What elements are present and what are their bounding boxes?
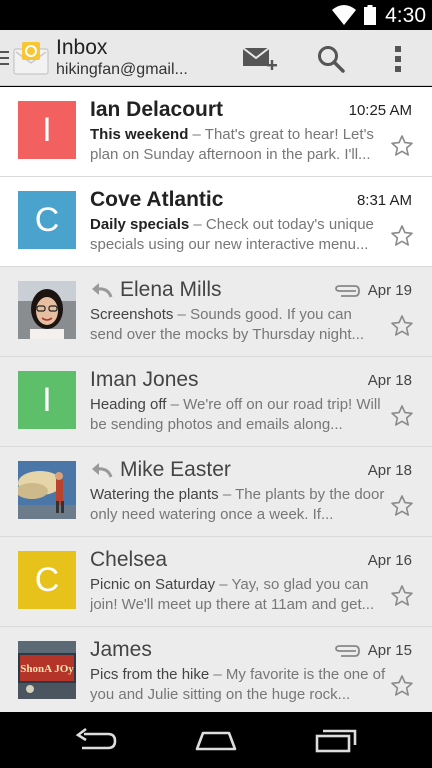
- email-preview: Watering the plants – The plants by the …: [90, 485, 388, 525]
- compose-mail-icon: [242, 47, 277, 70]
- attachment-icon: [335, 285, 360, 297]
- email-row[interactable]: I Iman Jones Apr 18 Heading off – We're off…: [0, 357, 432, 447]
- email-preview: This weekend – That's great to hear! Let…: [90, 125, 388, 165]
- email-subject: Heading off: [90, 396, 167, 413]
- email-row[interactable]: ShonA JOy James Apr 15 Pics from the hike –…: [0, 627, 432, 712]
- email-row[interactable]: Mike Easter Apr 18 Watering the plants – T…: [0, 447, 432, 537]
- email-time: 8:31 AM: [356, 192, 412, 209]
- avatar[interactable]: C: [18, 191, 76, 249]
- star-icon[interactable]: [390, 494, 414, 518]
- sender-name: Iman Jones: [90, 368, 199, 391]
- home-button[interactable]: [192, 724, 240, 756]
- recents-icon: [315, 729, 357, 753]
- email-preview: Picnic on Saturday – Yay, so glad you ca…: [90, 575, 388, 615]
- email-row[interactable]: Elena Mills Apr 19 Screenshots – Sounds go…: [0, 267, 432, 357]
- sender-name: Ian Delacourt: [90, 98, 224, 121]
- star-icon[interactable]: [390, 314, 414, 338]
- email-row[interactable]: C Cove Atlantic 8:31 AM Daily specials – Ch…: [0, 177, 432, 267]
- star-icon[interactable]: [390, 404, 414, 428]
- sender-name: Cove Atlantic: [90, 188, 224, 211]
- avatar[interactable]: I: [18, 371, 76, 429]
- subject-separator: –: [173, 306, 191, 323]
- page-title: Inbox: [56, 36, 108, 59]
- action-bar: Inbox hikingfan@gmail...: [0, 30, 432, 86]
- email-subject: Picnic on Saturday: [90, 576, 216, 593]
- sender-name: Chelsea: [90, 548, 168, 571]
- subject-separator: –: [209, 666, 226, 683]
- email-preview: Screenshots – Sounds good. If you can se…: [90, 305, 388, 345]
- star-icon[interactable]: [390, 134, 414, 158]
- back-icon: [75, 727, 117, 750]
- replied-icon: [92, 283, 113, 298]
- star-icon[interactable]: [390, 224, 414, 248]
- email-time: Apr 16: [367, 552, 412, 569]
- wifi-icon: [332, 5, 356, 25]
- conversation-list[interactable]: I Ian Delacourt 10:25 AM This weekend – Tha…: [0, 87, 432, 712]
- email-subject: Screenshots: [90, 306, 174, 323]
- account-email: hikingfan@gmail...: [56, 61, 188, 78]
- battery-icon: [364, 5, 376, 25]
- avatar[interactable]: I: [18, 101, 76, 159]
- svg-text:ShonA JOy: ShonA JOy: [20, 663, 74, 675]
- drawer-indicator-icon[interactable]: [0, 50, 10, 66]
- subject-separator: –: [218, 486, 236, 503]
- subject-separator: –: [215, 576, 232, 593]
- sender-name: James: [90, 638, 152, 661]
- subject-separator: –: [166, 396, 184, 413]
- attachment-icon: [335, 645, 360, 657]
- overflow-menu-icon: [395, 46, 401, 72]
- email-time: Apr 19: [367, 282, 412, 299]
- avatar-photo[interactable]: [18, 281, 76, 339]
- search-button[interactable]: [311, 40, 351, 78]
- email-time: 10:25 AM: [348, 102, 412, 119]
- status-bar: 4:30: [0, 0, 432, 30]
- avatar-photo[interactable]: [18, 461, 76, 519]
- search-icon: [318, 46, 345, 73]
- email-time: Apr 15: [367, 642, 412, 659]
- subject-separator: –: [188, 126, 205, 143]
- email-time: Apr 18: [367, 372, 412, 389]
- email-time: Apr 18: [367, 462, 412, 479]
- replied-icon: [92, 463, 113, 478]
- email-subject: Watering the plants: [90, 486, 219, 503]
- sender-name: Elena Mills: [120, 278, 222, 301]
- email-preview: Heading off – We're off on our road trip…: [90, 395, 388, 435]
- email-row[interactable]: C Chelsea Apr 16 Picnic on Saturday – Yay, …: [0, 537, 432, 627]
- email-row[interactable]: I Ian Delacourt 10:25 AM This weekend – Tha…: [0, 87, 432, 177]
- compose-button[interactable]: [240, 40, 280, 78]
- status-clock: 4:30: [385, 4, 426, 27]
- avatar-photo[interactable]: ShonA JOy: [18, 641, 76, 699]
- account-switcher[interactable]: Inbox hikingfan@gmail...: [56, 36, 188, 80]
- subject-separator: –: [189, 216, 206, 233]
- email-preview: Daily specials – Check out today's uniqu…: [90, 215, 388, 255]
- avatar[interactable]: C: [18, 551, 76, 609]
- email-subject: Daily specials: [90, 216, 190, 233]
- home-icon: [195, 731, 237, 751]
- star-icon[interactable]: [390, 584, 414, 608]
- gmail-app-icon[interactable]: [13, 41, 49, 75]
- sender-name: Mike Easter: [120, 458, 231, 481]
- email-subject: This weekend: [90, 126, 189, 143]
- email-preview: Pics from the hike – My favorite is the …: [90, 665, 388, 705]
- star-icon[interactable]: [390, 674, 414, 698]
- overflow-menu-button[interactable]: [378, 40, 418, 78]
- navigation-bar: [0, 712, 432, 768]
- recents-button[interactable]: [312, 724, 360, 756]
- email-subject: Pics from the hike: [90, 666, 210, 683]
- back-button[interactable]: [72, 724, 120, 756]
